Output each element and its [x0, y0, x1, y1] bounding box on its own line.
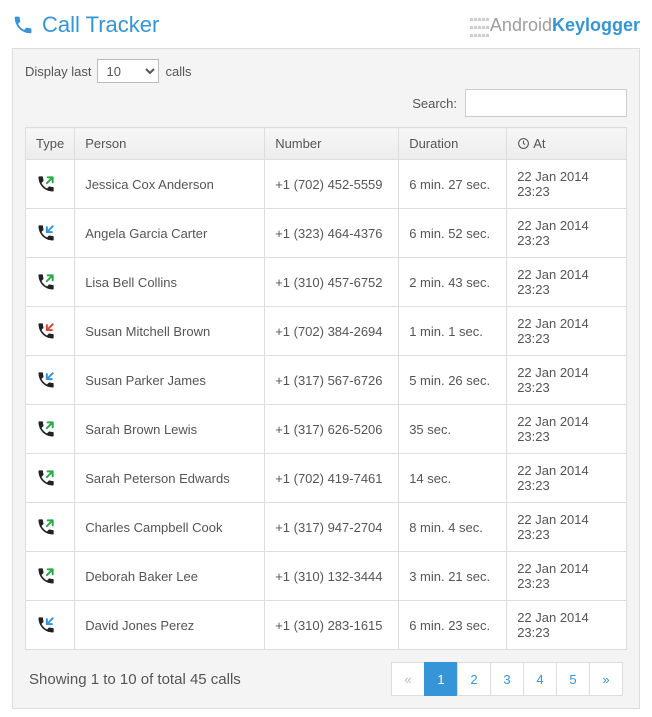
brand-text-1: Android: [490, 15, 552, 36]
panel: Display last 10 calls Search: Type Perso…: [12, 48, 640, 709]
call-type-icon-outgoing: [26, 503, 75, 552]
pager-page-1[interactable]: 1: [424, 662, 458, 696]
page-title: Call Tracker: [12, 12, 159, 38]
duration-cell: 35 sec.: [399, 405, 507, 454]
person-cell: Deborah Baker Lee: [75, 552, 265, 601]
person-cell: David Jones Perez: [75, 601, 265, 650]
duration-cell: 3 min. 21 sec.: [399, 552, 507, 601]
col-person[interactable]: Person: [75, 128, 265, 160]
table-row: Susan Mitchell Brown+1 (702) 384-26941 m…: [26, 307, 627, 356]
number-cell: +1 (310) 457-6752: [265, 258, 399, 307]
call-type-icon-incoming: [26, 601, 75, 650]
search-label: Search:: [412, 96, 457, 111]
pager-page-4[interactable]: 4: [523, 662, 557, 696]
pager-page-2[interactable]: 2: [457, 662, 491, 696]
call-type-icon-incoming: [26, 356, 75, 405]
search-row: Search:: [25, 89, 627, 117]
col-number[interactable]: Number: [265, 128, 399, 160]
table-row: Charles Campbell Cook+1 (317) 947-27048 …: [26, 503, 627, 552]
at-cell: 22 Jan 2014 23:23: [507, 160, 627, 209]
duration-cell: 2 min. 43 sec.: [399, 258, 507, 307]
call-type-icon-incoming: [26, 209, 75, 258]
duration-cell: 5 min. 26 sec.: [399, 356, 507, 405]
table-row: David Jones Perez+1 (310) 283-16156 min.…: [26, 601, 627, 650]
call-type-icon-outgoing: [26, 405, 75, 454]
brand-text-2: Keylogger: [552, 15, 640, 36]
title-text: Call Tracker: [42, 12, 159, 38]
duration-cell: 6 min. 27 sec.: [399, 160, 507, 209]
search-input[interactable]: [465, 89, 627, 117]
col-at[interactable]: At: [507, 128, 627, 160]
call-type-icon-missed: [26, 307, 75, 356]
table-row: Susan Parker James+1 (317) 567-67265 min…: [26, 356, 627, 405]
table-row: Sarah Brown Lewis+1 (317) 626-520635 sec…: [26, 405, 627, 454]
footer: Showing 1 to 10 of total 45 calls «12345…: [25, 650, 627, 700]
call-type-icon-outgoing: [26, 258, 75, 307]
number-cell: +1 (702) 419-7461: [265, 454, 399, 503]
person-cell: Sarah Peterson Edwards: [75, 454, 265, 503]
duration-cell: 6 min. 52 sec.: [399, 209, 507, 258]
person-cell: Lisa Bell Collins: [75, 258, 265, 307]
call-type-icon-outgoing: [26, 160, 75, 209]
duration-cell: 14 sec.: [399, 454, 507, 503]
col-type[interactable]: Type: [26, 128, 75, 160]
table-row: Lisa Bell Collins+1 (310) 457-67522 min.…: [26, 258, 627, 307]
pager-prev: «: [391, 662, 425, 696]
duration-cell: 6 min. 23 sec.: [399, 601, 507, 650]
table-row: Jessica Cox Anderson+1 (702) 452-55596 m…: [26, 160, 627, 209]
person-cell: Jessica Cox Anderson: [75, 160, 265, 209]
number-cell: +1 (702) 452-5559: [265, 160, 399, 209]
person-cell: Susan Mitchell Brown: [75, 307, 265, 356]
header: Call Tracker AndroidKeylogger: [12, 8, 640, 48]
number-cell: +1 (323) 464-4376: [265, 209, 399, 258]
display-controls: Display last 10 calls: [25, 59, 627, 83]
brand: AndroidKeylogger: [470, 13, 640, 37]
at-cell: 22 Jan 2014 23:23: [507, 552, 627, 601]
at-cell: 22 Jan 2014 23:23: [507, 356, 627, 405]
at-cell: 22 Jan 2014 23:23: [507, 503, 627, 552]
number-cell: +1 (317) 947-2704: [265, 503, 399, 552]
at-cell: 22 Jan 2014 23:23: [507, 307, 627, 356]
number-cell: +1 (702) 384-2694: [265, 307, 399, 356]
status-text: Showing 1 to 10 of total 45 calls: [29, 671, 241, 688]
col-duration[interactable]: Duration: [399, 128, 507, 160]
person-cell: Susan Parker James: [75, 356, 265, 405]
number-cell: +1 (310) 132-3444: [265, 552, 399, 601]
col-at-label: At: [533, 136, 545, 151]
calls-table: Type Person Number Duration At Jessica C…: [25, 127, 627, 650]
table-row: Angela Garcia Carter+1 (323) 464-43766 m…: [26, 209, 627, 258]
at-cell: 22 Jan 2014 23:23: [507, 454, 627, 503]
call-type-icon-outgoing: [26, 552, 75, 601]
number-cell: +1 (317) 626-5206: [265, 405, 399, 454]
calls-label: calls: [165, 64, 191, 79]
table-row: Deborah Baker Lee+1 (310) 132-34443 min.…: [26, 552, 627, 601]
number-cell: +1 (317) 567-6726: [265, 356, 399, 405]
table-row: Sarah Peterson Edwards+1 (702) 419-74611…: [26, 454, 627, 503]
person-cell: Angela Garcia Carter: [75, 209, 265, 258]
at-cell: 22 Jan 2014 23:23: [507, 405, 627, 454]
pager-page-3[interactable]: 3: [490, 662, 524, 696]
phone-icon: [12, 14, 34, 36]
number-cell: +1 (310) 283-1615: [265, 601, 399, 650]
at-cell: 22 Jan 2014 23:23: [507, 258, 627, 307]
duration-cell: 1 min. 1 sec.: [399, 307, 507, 356]
display-last-label: Display last: [25, 64, 91, 79]
person-cell: Sarah Brown Lewis: [75, 405, 265, 454]
brand-grid-icon: [470, 13, 490, 37]
at-cell: 22 Jan 2014 23:23: [507, 209, 627, 258]
pager-page-5[interactable]: 5: [556, 662, 590, 696]
call-type-icon-outgoing: [26, 454, 75, 503]
clock-icon: [517, 137, 530, 150]
pager-next[interactable]: »: [589, 662, 623, 696]
pager: «12345»: [392, 662, 623, 696]
duration-cell: 8 min. 4 sec.: [399, 503, 507, 552]
at-cell: 22 Jan 2014 23:23: [507, 601, 627, 650]
count-select[interactable]: 10: [97, 59, 159, 83]
person-cell: Charles Campbell Cook: [75, 503, 265, 552]
